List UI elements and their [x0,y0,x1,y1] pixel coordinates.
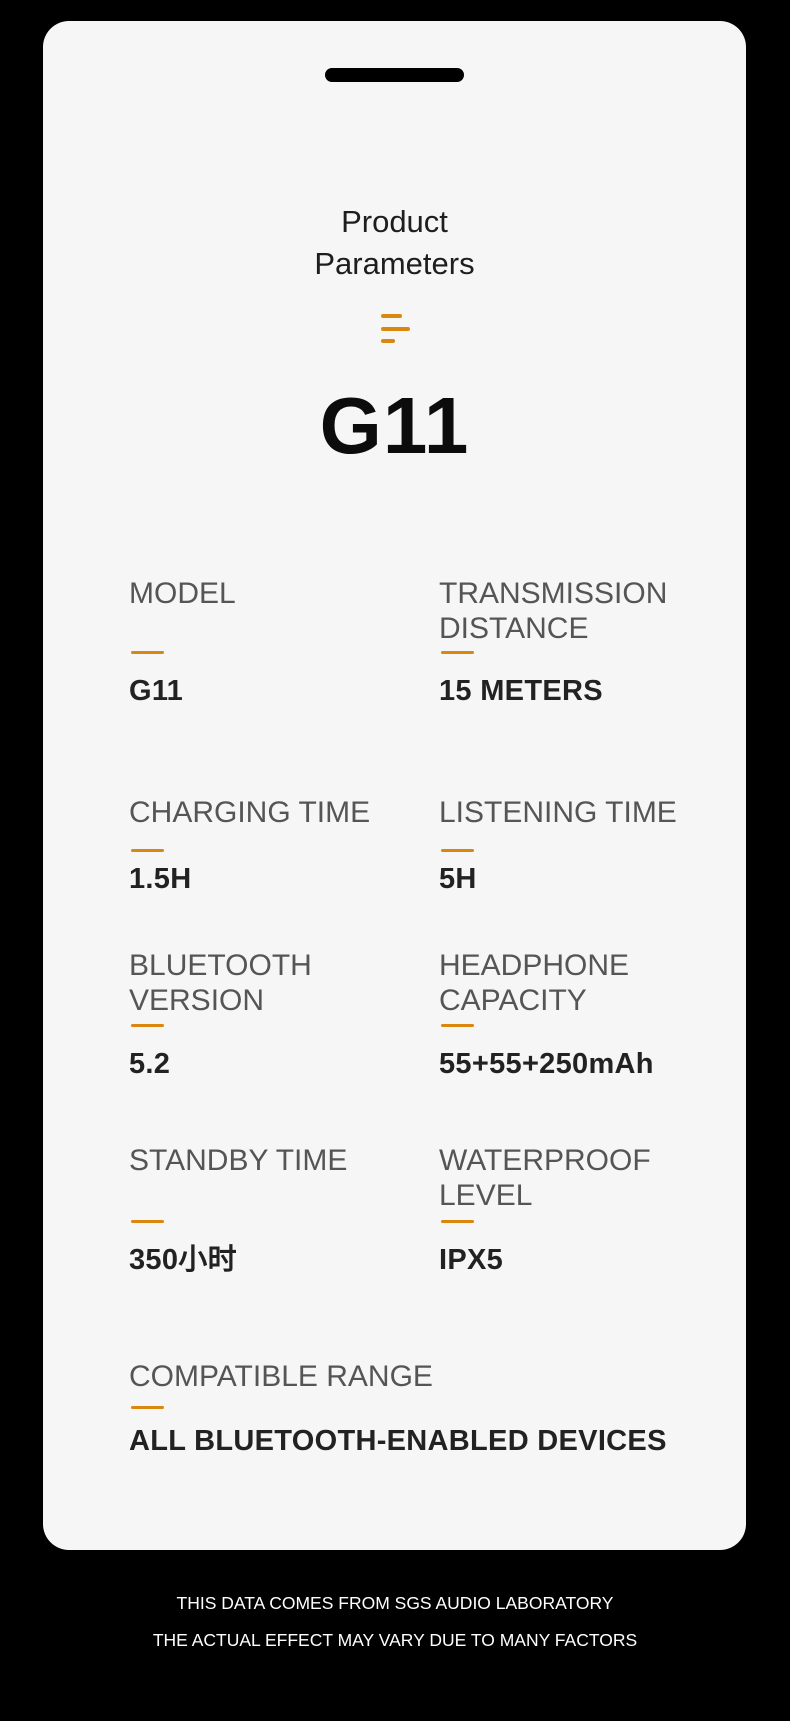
param-model: MODEL G11 [129,576,429,707]
param-transmission-distance: TRANSMISSION DISTANCE 15 METERS [439,576,739,707]
param-label: MODEL [129,577,236,610]
param-value: 1.5H [129,863,192,895]
param-value: G11 [129,675,184,707]
param-value: 55+55+250mAh [439,1048,654,1080]
title-line-2: Parameters [314,246,475,281]
param-compatible-range: COMPATIBLE RANGE ALL BLUETOOTH-ENABLED D… [129,1359,729,1457]
accent-divider [441,651,474,654]
param-value: ALL BLUETOOTH-ENABLED DEVICES [129,1425,667,1457]
param-headphone-capacity: HEADPHONE CAPACITY 55+55+250mAh [439,948,739,1080]
param-charging-time: CHARGING TIME 1.5H [129,795,429,895]
param-label: TRANSMISSION DISTANCE [439,577,668,645]
param-waterproof-level: WATERPROOF LEVEL IPX5 [439,1143,739,1276]
footer-note-2: THE ACTUAL EFFECT MAY VARY DUE TO MANY F… [152,1630,638,1650]
accent-divider [131,1406,164,1409]
param-bluetooth-version: BLUETOOTH VERSION 5.2 [129,948,429,1080]
param-value: 5H [439,863,477,895]
accent-divider [131,1220,164,1223]
footer-note-1: THIS DATA COMES FROM SGS AUDIO LABORATOR… [176,1593,614,1613]
menu-lines-icon [381,313,413,345]
param-label: HEADPHONE CAPACITY [439,949,630,1017]
param-value: 350小时 [129,1244,237,1276]
accent-divider [131,651,164,654]
section-title: Product Parameters [43,201,746,285]
param-label: BLUETOOTH VERSION [129,949,312,1017]
accent-divider [441,1220,474,1223]
model-heading: G11 [319,381,470,470]
param-value: IPX5 [439,1244,504,1276]
title-line-1: Product [341,204,448,239]
param-listening-time: LISTENING TIME 5H [439,795,739,895]
param-label: WATERPROOF LEVEL [439,1144,651,1212]
accent-divider [441,849,474,852]
accent-divider [441,1024,474,1027]
accent-divider [131,1024,164,1027]
param-label: STANDBY TIME [129,1144,348,1177]
notch-bar [325,68,464,82]
param-label: LISTENING TIME [439,796,677,829]
param-value: 5.2 [129,1048,171,1080]
param-value: 15 METERS [439,675,603,707]
accent-divider [131,849,164,852]
param-standby-time: STANDBY TIME 350小时 [129,1143,429,1276]
product-card: Product Parameters G11 MODEL G11 TRANSMI… [43,21,746,1550]
param-label: CHARGING TIME [129,796,371,829]
param-label: COMPATIBLE RANGE [129,1360,433,1393]
